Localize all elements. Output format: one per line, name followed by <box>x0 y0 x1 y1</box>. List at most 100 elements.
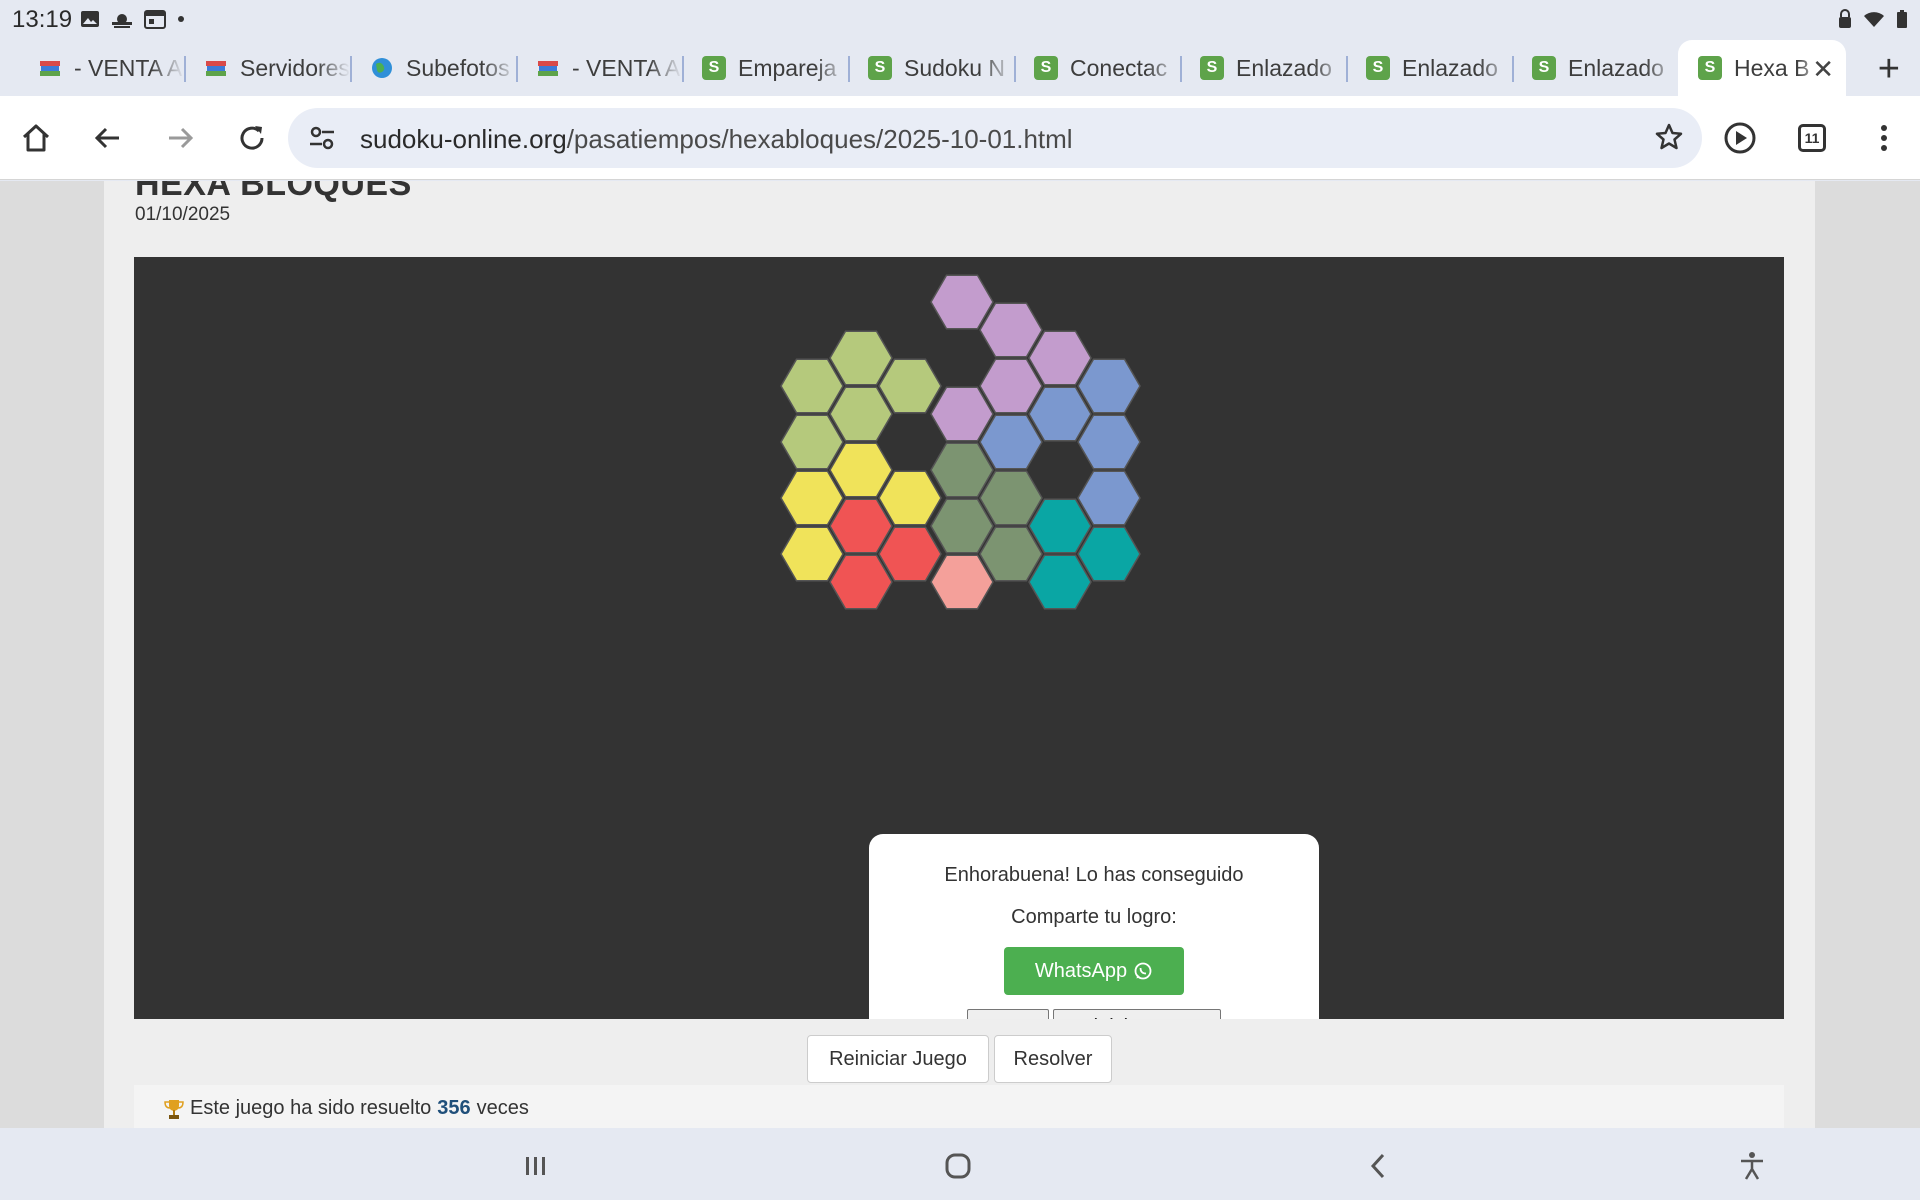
image-notification-icon <box>81 11 99 27</box>
media-play-button[interactable] <box>1718 116 1762 160</box>
success-message: Enhorabuena! Lo has conseguido <box>944 864 1244 886</box>
tab-title: Enlazado <box>1568 54 1664 81</box>
wifi-icon <box>1864 12 1884 27</box>
hex-cell-lime[interactable] <box>780 358 844 414</box>
browser-tab-active[interactable]: S Hexa B ✕ <box>1678 40 1846 96</box>
hex-cell-lavender[interactable] <box>1028 330 1092 386</box>
success-dialog: Enhorabuena! Lo has conseguido Comparte … <box>869 834 1319 1019</box>
hex-cell-red[interactable] <box>878 526 942 582</box>
back-button[interactable] <box>86 116 130 160</box>
web-page: HEXA BLOQUES 01/10/2025 Enhorabuena! Lo … <box>0 181 1920 1128</box>
forward-button[interactable] <box>158 116 202 160</box>
status-bar: 13:19 <box>0 0 1920 38</box>
hex-cell-blue[interactable] <box>979 414 1043 470</box>
weather-icon <box>112 14 132 28</box>
system-nav-bar <box>0 1128 1920 1200</box>
hex-cell-teal[interactable] <box>1028 554 1092 610</box>
hex-cell-lavender[interactable] <box>930 274 994 330</box>
calendar-notification-icon <box>144 10 166 29</box>
whatsapp-share-button[interactable]: WhatsApp <box>1004 947 1184 995</box>
hex-cell-lime[interactable] <box>878 358 942 414</box>
browser-tab[interactable]: S Sudoku N <box>860 46 1016 90</box>
close-tab-icon[interactable]: ✕ <box>1812 54 1834 85</box>
site-s-icon: S <box>1366 56 1390 80</box>
site-settings-icon[interactable] <box>308 124 336 152</box>
game-board[interactable]: Enhorabuena! Lo has conseguido Comparte … <box>134 257 1784 1019</box>
solve-count: 356 <box>437 1097 471 1119</box>
arrow-right-icon <box>169 127 194 149</box>
hex-cell-lavender[interactable] <box>979 302 1043 358</box>
close-dialog-button[interactable]: Cerrar <box>967 1009 1049 1019</box>
book-icon <box>536 56 560 80</box>
tab-title: Hexa B <box>1734 54 1810 81</box>
accessibility-button[interactable] <box>1732 1146 1772 1186</box>
browser-tab[interactable]: Subefotos <box>362 46 518 90</box>
browser-tab[interactable]: S Enlazado <box>1524 46 1680 90</box>
tab-title: Subefotos <box>406 54 510 81</box>
accessibility-icon <box>1741 1152 1763 1180</box>
hex-cell-olive[interactable] <box>930 498 994 554</box>
tab-title: Conectac <box>1070 54 1168 81</box>
game-controls: Reiniciar Juego Resolver <box>104 1035 1815 1083</box>
hex-cell-lavender[interactable] <box>930 386 994 442</box>
recent-apps-button[interactable] <box>516 1146 556 1186</box>
site-s-icon: S <box>702 56 726 80</box>
hex-cell-blue[interactable] <box>1028 386 1092 442</box>
browser-tab[interactable]: - VENTA A <box>528 46 684 90</box>
hex-cell-blue[interactable] <box>1077 414 1141 470</box>
globe-icon <box>370 56 394 80</box>
tab-title: - VENTA A <box>74 54 183 81</box>
hex-cell-olive[interactable] <box>979 526 1043 582</box>
site-s-icon: S <box>1698 56 1722 80</box>
hex-cell-blue[interactable] <box>1077 358 1141 414</box>
solve-button[interactable]: Resolver <box>994 1035 1112 1083</box>
back-nav-button[interactable] <box>1358 1146 1398 1186</box>
browser-tab[interactable]: S Enlazado <box>1358 46 1514 90</box>
hex-cell-pink[interactable] <box>930 554 994 610</box>
restart-game-button[interactable]: Reiniciar Juego <box>807 1035 989 1083</box>
hex-cell-lime[interactable] <box>829 330 893 386</box>
hex-cell-red[interactable] <box>829 554 893 610</box>
solve-count-bar: Este juego ha sido resuelto 356 veces <box>134 1085 1784 1128</box>
new-tab-button[interactable]: + <box>1878 48 1900 91</box>
hex-cell-yellow[interactable] <box>878 470 942 526</box>
browser-tab[interactable]: S Empareja <box>694 46 850 90</box>
hex-cell-yellow[interactable] <box>829 442 893 498</box>
hex-cell-olive[interactable] <box>930 442 994 498</box>
hex-cell-lime[interactable] <box>780 414 844 470</box>
url-text[interactable]: sudoku-online.org/pasatiempos/hexabloque… <box>360 124 1073 155</box>
more-vert-icon <box>1881 125 1887 151</box>
hex-cell-teal[interactable] <box>1028 498 1092 554</box>
tab-switcher-button[interactable]: 11 <box>1790 116 1834 160</box>
bookmark-star-icon[interactable] <box>1654 122 1684 152</box>
battery-icon <box>1897 10 1907 28</box>
hex-cell-lavender[interactable] <box>979 358 1043 414</box>
browser-tab[interactable]: Servidores <box>196 46 352 90</box>
whatsapp-label: WhatsApp <box>1034 959 1128 982</box>
address-bar[interactable]: sudoku-online.org/pasatiempos/hexabloque… <box>288 108 1702 168</box>
home-nav-button[interactable] <box>938 1146 978 1186</box>
book-icon <box>38 56 62 80</box>
browser-tab[interactable]: S Conectac <box>1026 46 1182 90</box>
content-panel: HEXA BLOQUES 01/10/2025 Enhorabuena! Lo … <box>104 181 1815 1128</box>
dialog-restart-button[interactable]: Reiniciar Juego <box>1053 1009 1221 1019</box>
more-notifications-dot-icon <box>178 16 184 22</box>
hex-cell-lime[interactable] <box>829 386 893 442</box>
home-button[interactable] <box>14 116 58 160</box>
hex-cell-yellow[interactable] <box>780 470 844 526</box>
reload-button[interactable] <box>230 116 274 160</box>
tab-title: Sudoku N <box>904 54 1006 81</box>
site-s-icon: S <box>1532 56 1556 80</box>
menu-button[interactable] <box>1862 116 1906 160</box>
whatsapp-icon <box>1134 962 1152 980</box>
hex-cell-olive[interactable] <box>979 470 1043 526</box>
hex-cell-yellow[interactable] <box>780 526 844 582</box>
browser-tab[interactable]: - VENTA A <box>30 46 186 90</box>
hex-cell-blue[interactable] <box>1077 470 1141 526</box>
hex-cell-red[interactable] <box>829 498 893 554</box>
home-icon <box>22 124 50 152</box>
hex-cell-teal[interactable] <box>1077 526 1141 582</box>
browser-tab[interactable]: S Enlazado <box>1192 46 1348 90</box>
share-label: Comparte tu logro: <box>1011 906 1177 928</box>
tab-count: 11 <box>1798 124 1826 152</box>
